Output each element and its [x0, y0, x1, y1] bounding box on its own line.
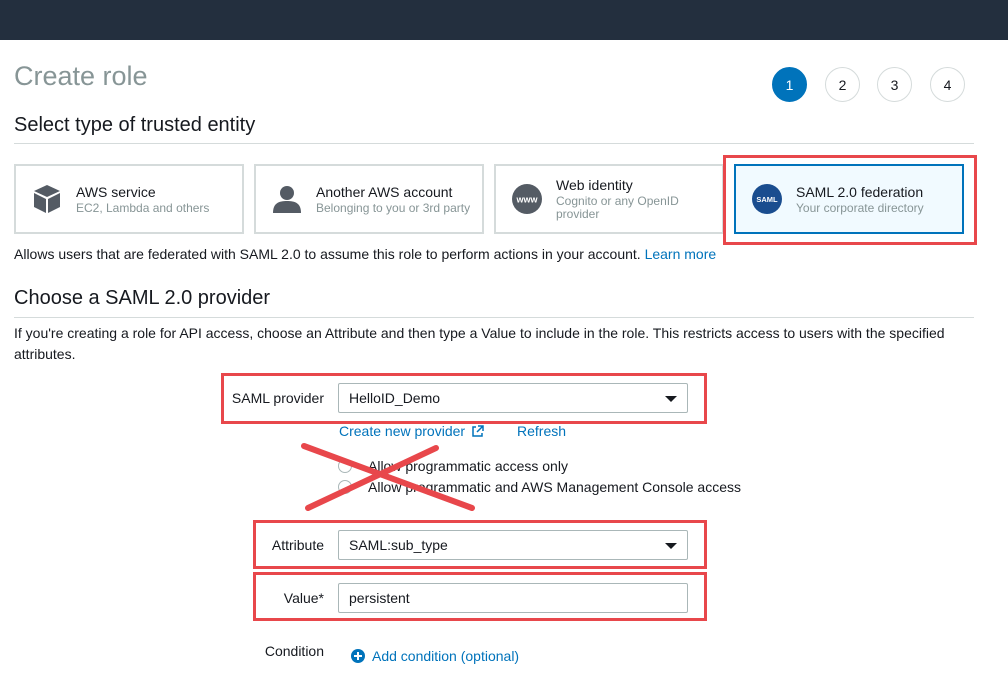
tile-label: AWS service	[76, 183, 156, 200]
tile-another-aws-account[interactable]: Another AWS account Belonging to you or …	[254, 164, 484, 234]
globe-www-icon: www	[510, 182, 544, 216]
highlight-box	[253, 572, 707, 621]
highlight-box	[221, 373, 707, 424]
condition-label: Condition	[264, 643, 324, 659]
user-icon	[270, 182, 304, 216]
create-provider-label: Create new provider	[339, 423, 466, 439]
step-3[interactable]: 3	[877, 67, 912, 102]
trusted-entity-heading: Select type of trusted entity	[14, 114, 256, 136]
tile-sublabel: Cognito or any OpenID provider	[556, 194, 679, 221]
tile-aws-service[interactable]: AWS service EC2, Lambda and others	[14, 164, 244, 234]
add-condition-link[interactable]: Add condition (optional)	[351, 648, 519, 664]
trusted-entity-description: Allows users that are federated with SAM…	[14, 244, 716, 265]
step-1[interactable]: 1	[772, 67, 807, 102]
provider-description: If you're creating a role for API access…	[14, 325, 945, 362]
tile-web-identity[interactable]: www Web identity Cognito or any OpenID p…	[494, 164, 724, 234]
plus-circle-icon	[351, 649, 365, 663]
step-2[interactable]: 2	[825, 67, 860, 102]
divider	[14, 143, 974, 144]
external-link-icon	[471, 424, 484, 438]
tile-label: Another AWS account	[316, 183, 453, 200]
refresh-link[interactable]: Refresh	[517, 423, 566, 439]
description-text: Allows users that are federated with SAM…	[14, 246, 641, 262]
add-condition-label: Add condition (optional)	[372, 648, 520, 664]
tile-sublabel: Belonging to you or 3rd party	[316, 200, 471, 215]
divider	[14, 317, 974, 318]
tile-sublabel: EC2, Lambda and others	[76, 200, 210, 215]
cube-icon	[30, 182, 64, 216]
step-4[interactable]: 4	[930, 67, 965, 102]
create-new-provider-link[interactable]: Create new provider	[339, 423, 484, 439]
page-title: Create role	[14, 61, 148, 91]
svg-text:www: www	[515, 195, 538, 205]
tile-label: Web identity	[556, 177, 633, 193]
console-top-bar	[0, 0, 1008, 40]
provider-heading: Choose a SAML 2.0 provider	[14, 287, 271, 309]
highlight-box	[723, 155, 977, 245]
highlight-box	[253, 520, 707, 569]
learn-more-link[interactable]: Learn more	[645, 246, 717, 262]
red-cross-mark	[301, 443, 475, 511]
